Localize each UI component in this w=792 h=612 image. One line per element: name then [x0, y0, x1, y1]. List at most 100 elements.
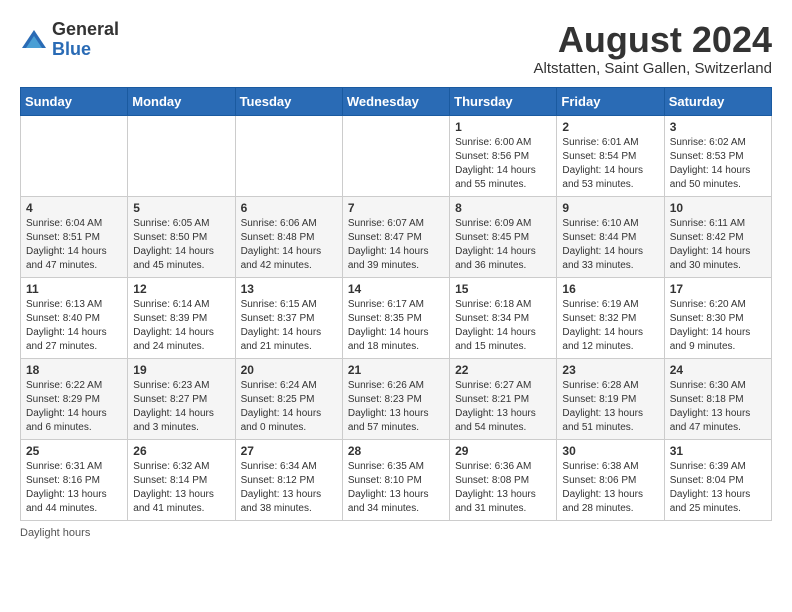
logo: General Blue — [20, 20, 119, 60]
footer-note: Daylight hours — [20, 527, 772, 539]
calendar-cell — [342, 115, 449, 196]
weekday-header-sunday: Sunday — [21, 87, 128, 115]
day-info: Sunrise: 6:26 AM Sunset: 8:23 PM Dayligh… — [348, 379, 444, 435]
day-number: 29 — [455, 444, 551, 458]
week-row-2: 4 Sunrise: 6:04 AM Sunset: 8:51 PM Daylig… — [21, 196, 772, 277]
calendar-cell: 26 Sunrise: 6:32 AM Sunset: 8:14 PM Dayli… — [128, 439, 235, 520]
day-number: 4 — [26, 201, 122, 215]
day-number: 20 — [241, 363, 337, 377]
day-number: 28 — [348, 444, 444, 458]
calendar-cell: 15Sunrise: 6:18 AM Sunset: 8:34 PM Dayli… — [450, 277, 557, 358]
week-row-3: 11Sunrise: 6:13 AM Sunset: 8:40 PM Dayli… — [21, 277, 772, 358]
calendar-cell: 4 Sunrise: 6:04 AM Sunset: 8:51 PM Daylig… — [21, 196, 128, 277]
day-info: Sunrise: 6:01 AM Sunset: 8:54 PM Dayligh… — [562, 136, 658, 192]
logo-blue: Blue — [52, 40, 119, 60]
calendar-cell: 6Sunrise: 6:06 AM Sunset: 8:48 PM Daylig… — [235, 196, 342, 277]
calendar-cell: 9Sunrise: 6:10 AM Sunset: 8:44 PM Daylig… — [557, 196, 664, 277]
calendar-cell: 30 Sunrise: 6:38 AM Sunset: 8:06 PM Dayli… — [557, 439, 664, 520]
calendar-cell: 11Sunrise: 6:13 AM Sunset: 8:40 PM Dayli… — [21, 277, 128, 358]
day-number: 31 — [670, 444, 766, 458]
day-number: 25 — [26, 444, 122, 458]
calendar-table: SundayMondayTuesdayWednesdayThursdayFrid… — [20, 87, 772, 521]
calendar-cell: 3 Sunrise: 6:02 AM Sunset: 8:53 PM Daylig… — [664, 115, 771, 196]
day-info: Sunrise: 6:10 AM Sunset: 8:44 PM Dayligh… — [562, 217, 658, 273]
day-number: 30 — [562, 444, 658, 458]
day-info: Sunrise: 6:34 AM Sunset: 8:12 PM Dayligh… — [241, 460, 337, 516]
day-info: Sunrise: 6:35 AM Sunset: 8:10 PM Dayligh… — [348, 460, 444, 516]
day-info: Sunrise: 6:09 AM Sunset: 8:45 PM Dayligh… — [455, 217, 551, 273]
day-number: 17 — [670, 282, 766, 296]
calendar-cell: 14 Sunrise: 6:17 AM Sunset: 8:35 PM Dayli… — [342, 277, 449, 358]
week-row-5: 25Sunrise: 6:31 AM Sunset: 8:16 PM Dayli… — [21, 439, 772, 520]
day-info: Sunrise: 6:24 AM Sunset: 8:25 PM Dayligh… — [241, 379, 337, 435]
calendar-cell: 24Sunrise: 6:30 AM Sunset: 8:18 PM Dayli… — [664, 358, 771, 439]
calendar-cell: 31 Sunrise: 6:39 AM Sunset: 8:04 PM Dayli… — [664, 439, 771, 520]
week-row-1: 1 Sunrise: 6:00 AM Sunset: 8:56 PM Daylig… — [21, 115, 772, 196]
day-info: Sunrise: 6:00 AM Sunset: 8:56 PM Dayligh… — [455, 136, 551, 192]
day-number: 15 — [455, 282, 551, 296]
day-number: 24 — [670, 363, 766, 377]
day-info: Sunrise: 6:28 AM Sunset: 8:19 PM Dayligh… — [562, 379, 658, 435]
title-block: August 2024 Altstatten, Saint Gallen, Sw… — [534, 20, 772, 77]
day-info: Sunrise: 6:20 AM Sunset: 8:30 PM Dayligh… — [670, 298, 766, 354]
day-number: 21 — [348, 363, 444, 377]
weekday-header-tuesday: Tuesday — [235, 87, 342, 115]
calendar-cell: 1 Sunrise: 6:00 AM Sunset: 8:56 PM Daylig… — [450, 115, 557, 196]
calendar-cell: 17 Sunrise: 6:20 AM Sunset: 8:30 PM Dayli… — [664, 277, 771, 358]
calendar-cell: 13Sunrise: 6:15 AM Sunset: 8:37 PM Dayli… — [235, 277, 342, 358]
calendar-cell: 7Sunrise: 6:07 AM Sunset: 8:47 PM Daylig… — [342, 196, 449, 277]
calendar-cell: 29 Sunrise: 6:36 AM Sunset: 8:08 PM Dayli… — [450, 439, 557, 520]
day-number: 12 — [133, 282, 229, 296]
day-info: Sunrise: 6:39 AM Sunset: 8:04 PM Dayligh… — [670, 460, 766, 516]
weekday-header-friday: Friday — [557, 87, 664, 115]
day-info: Sunrise: 6:19 AM Sunset: 8:32 PM Dayligh… — [562, 298, 658, 354]
weekday-header-monday: Monday — [128, 87, 235, 115]
weekday-header-row: SundayMondayTuesdayWednesdayThursdayFrid… — [21, 87, 772, 115]
day-number: 19 — [133, 363, 229, 377]
logo-general: General — [52, 20, 119, 40]
day-number: 3 — [670, 120, 766, 134]
day-info: Sunrise: 6:36 AM Sunset: 8:08 PM Dayligh… — [455, 460, 551, 516]
day-info: Sunrise: 6:02 AM Sunset: 8:53 PM Dayligh… — [670, 136, 766, 192]
day-info: Sunrise: 6:32 AM Sunset: 8:14 PM Dayligh… — [133, 460, 229, 516]
day-info: Sunrise: 6:13 AM Sunset: 8:40 PM Dayligh… — [26, 298, 122, 354]
calendar-cell: 10Sunrise: 6:11 AM Sunset: 8:42 PM Dayli… — [664, 196, 771, 277]
calendar-cell: 25Sunrise: 6:31 AM Sunset: 8:16 PM Dayli… — [21, 439, 128, 520]
calendar-cell: 27Sunrise: 6:34 AM Sunset: 8:12 PM Dayli… — [235, 439, 342, 520]
day-info: Sunrise: 6:23 AM Sunset: 8:27 PM Dayligh… — [133, 379, 229, 435]
month-year: August 2024 — [534, 20, 772, 60]
day-info: Sunrise: 6:05 AM Sunset: 8:50 PM Dayligh… — [133, 217, 229, 273]
day-info: Sunrise: 6:27 AM Sunset: 8:21 PM Dayligh… — [455, 379, 551, 435]
weekday-header-wednesday: Wednesday — [342, 87, 449, 115]
day-number: 8 — [455, 201, 551, 215]
calendar-cell: 20 Sunrise: 6:24 AM Sunset: 8:25 PM Dayli… — [235, 358, 342, 439]
day-number: 16 — [562, 282, 658, 296]
day-number: 22 — [455, 363, 551, 377]
calendar-cell: 22 Sunrise: 6:27 AM Sunset: 8:21 PM Dayli… — [450, 358, 557, 439]
calendar-cell — [235, 115, 342, 196]
calendar-cell: 12 Sunrise: 6:14 AM Sunset: 8:39 PM Dayli… — [128, 277, 235, 358]
week-row-4: 18Sunrise: 6:22 AM Sunset: 8:29 PM Dayli… — [21, 358, 772, 439]
calendar-cell — [128, 115, 235, 196]
day-number: 26 — [133, 444, 229, 458]
day-info: Sunrise: 6:11 AM Sunset: 8:42 PM Dayligh… — [670, 217, 766, 273]
calendar-cell: 8 Sunrise: 6:09 AM Sunset: 8:45 PM Daylig… — [450, 196, 557, 277]
day-number: 14 — [348, 282, 444, 296]
calendar-cell: 28 Sunrise: 6:35 AM Sunset: 8:10 PM Dayli… — [342, 439, 449, 520]
day-info: Sunrise: 6:38 AM Sunset: 8:06 PM Dayligh… — [562, 460, 658, 516]
calendar-cell: 21 Sunrise: 6:26 AM Sunset: 8:23 PM Dayli… — [342, 358, 449, 439]
daylight-hours-label: Daylight hours — [20, 527, 90, 539]
day-number: 2 — [562, 120, 658, 134]
calendar-cell: 5 Sunrise: 6:05 AM Sunset: 8:50 PM Daylig… — [128, 196, 235, 277]
day-number: 5 — [133, 201, 229, 215]
calendar-cell: 19 Sunrise: 6:23 AM Sunset: 8:27 PM Dayli… — [128, 358, 235, 439]
day-info: Sunrise: 6:14 AM Sunset: 8:39 PM Dayligh… — [133, 298, 229, 354]
day-info: Sunrise: 6:17 AM Sunset: 8:35 PM Dayligh… — [348, 298, 444, 354]
page-header: General Blue August 2024 Altstatten, Sai… — [20, 20, 772, 77]
calendar-cell: 23 Sunrise: 6:28 AM Sunset: 8:19 PM Dayli… — [557, 358, 664, 439]
location: Altstatten, Saint Gallen, Switzerland — [534, 60, 772, 77]
calendar-cell — [21, 115, 128, 196]
day-number: 23 — [562, 363, 658, 377]
day-number: 1 — [455, 120, 551, 134]
day-info: Sunrise: 6:04 AM Sunset: 8:51 PM Dayligh… — [26, 217, 122, 273]
